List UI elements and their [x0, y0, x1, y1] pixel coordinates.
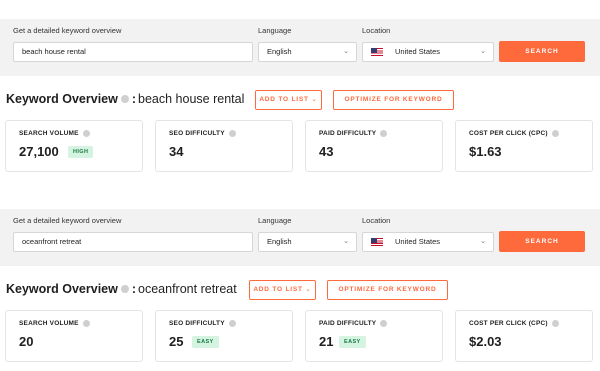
- difficulty-badge: EASY: [192, 336, 219, 348]
- keyword-input[interactable]: beach house rental: [13, 42, 253, 62]
- metric-label: SEARCH VOLUME: [19, 320, 90, 327]
- add-to-list-label: ADD TO LIST: [253, 286, 303, 293]
- info-icon[interactable]: [380, 320, 388, 327]
- language-select[interactable]: English ⌄: [258, 232, 357, 252]
- metric-value: 43: [319, 144, 334, 159]
- difficulty-badge: EASY: [339, 336, 366, 348]
- add-to-list-button[interactable]: ADD TO LIST ⌄: [249, 280, 316, 300]
- info-icon[interactable]: [82, 130, 90, 137]
- chevron-down-icon: ⌄: [305, 286, 312, 293]
- language-select[interactable]: English ⌄: [258, 42, 357, 62]
- metric-label: PAID DIFFICULTY: [319, 130, 388, 137]
- info-icon[interactable]: [551, 320, 559, 327]
- optimize-for-keyword-button[interactable]: OPTIMIZE FOR KEYWORD: [333, 90, 454, 110]
- info-icon[interactable]: [551, 130, 559, 137]
- paid-difficulty-card: PAID DIFFICULTY 21 EASY: [305, 310, 443, 362]
- info-icon[interactable]: [380, 130, 388, 137]
- chevron-down-icon: ⌄: [343, 48, 349, 55]
- title-separator: :: [131, 92, 137, 106]
- us-flag-icon: [371, 238, 383, 246]
- search-volume-card: SEARCH VOLUME 27,100 HIGH: [5, 120, 143, 172]
- search-volume-card: SEARCH VOLUME 20: [5, 310, 143, 362]
- location-value: United States: [395, 47, 441, 56]
- metric-value: 27,100: [19, 144, 59, 159]
- location-select[interactable]: United States ⌄: [362, 232, 494, 252]
- optimize-for-keyword-button[interactable]: OPTIMIZE FOR KEYWORD: [327, 280, 448, 300]
- seo-difficulty-card: SEO DIFFICULTY 34: [155, 120, 293, 172]
- chevron-down-icon: ⌄: [480, 48, 486, 55]
- chevron-down-icon: ⌄: [343, 238, 349, 245]
- metric-value: 20: [19, 334, 34, 349]
- keyword-overview-heading: Keyword Overview : oceanfront retreat: [6, 282, 237, 296]
- keyword-search-panel: Get a detailed keyword overview beach ho…: [0, 19, 600, 76]
- metric-value: $1.63: [469, 144, 502, 159]
- cpc-card: COST PER CLICK (CPC) $1.63: [455, 120, 593, 172]
- search-button[interactable]: SEARCH: [499, 231, 585, 252]
- location-label: Location: [362, 216, 391, 225]
- paid-difficulty-card: PAID DIFFICULTY 43: [305, 120, 443, 172]
- keyword-search-panel: Get a detailed keyword overview oceanfro…: [0, 209, 600, 266]
- location-label: Location: [362, 26, 391, 35]
- metric-label: SEO DIFFICULTY: [169, 130, 236, 137]
- chevron-down-icon: ⌄: [311, 96, 318, 103]
- keyword-input-label: Get a detailed keyword overview: [13, 216, 122, 225]
- add-to-list-label: ADD TO LIST: [259, 96, 309, 103]
- language-value: English: [267, 237, 292, 246]
- info-icon[interactable]: [82, 320, 90, 327]
- keyword-input[interactable]: oceanfront retreat: [13, 232, 253, 252]
- info-icon[interactable]: [228, 130, 236, 137]
- info-icon[interactable]: [120, 95, 129, 103]
- location-value: United States: [395, 237, 441, 246]
- add-to-list-button[interactable]: ADD TO LIST ⌄: [255, 90, 322, 110]
- cpc-card: COST PER CLICK (CPC) $2.03: [455, 310, 593, 362]
- keyword-input-label: Get a detailed keyword overview: [13, 26, 122, 35]
- search-button[interactable]: SEARCH: [499, 41, 585, 62]
- metric-value: 21: [319, 334, 334, 349]
- metric-label: SEO DIFFICULTY: [169, 320, 236, 327]
- language-label: Language: [258, 216, 292, 225]
- chevron-down-icon: ⌄: [480, 238, 486, 245]
- page-title: Keyword Overview: [6, 92, 118, 106]
- info-icon[interactable]: [228, 320, 236, 327]
- metric-label: COST PER CLICK (CPC): [469, 130, 559, 137]
- location-select[interactable]: United States ⌄: [362, 42, 494, 62]
- metric-value: $2.03: [469, 334, 502, 349]
- overview-keyword: beach house rental: [138, 92, 245, 106]
- metric-label: COST PER CLICK (CPC): [469, 320, 559, 327]
- us-flag-icon: [371, 48, 383, 56]
- metric-value: 34: [169, 144, 184, 159]
- language-value: English: [267, 47, 292, 56]
- metric-label: PAID DIFFICULTY: [319, 320, 388, 327]
- metric-value: 25: [169, 334, 184, 349]
- seo-difficulty-card: SEO DIFFICULTY 25 EASY: [155, 310, 293, 362]
- keyword-overview-heading: Keyword Overview : beach house rental: [6, 92, 244, 106]
- language-label: Language: [258, 26, 292, 35]
- overview-keyword: oceanfront retreat: [138, 282, 237, 296]
- volume-badge: HIGH: [68, 146, 94, 158]
- page-title: Keyword Overview: [6, 282, 118, 296]
- metric-label: SEARCH VOLUME: [19, 130, 90, 137]
- title-separator: :: [131, 282, 137, 296]
- info-icon[interactable]: [120, 285, 129, 293]
